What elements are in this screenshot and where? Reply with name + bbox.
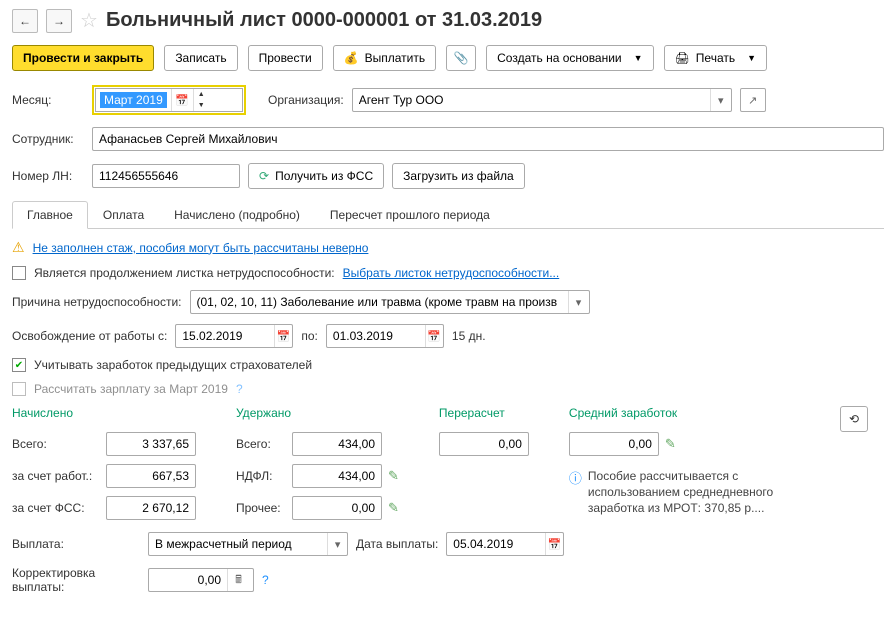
submit-close-button[interactable]: Провести и закрыть xyxy=(12,45,154,71)
to-label: по: xyxy=(301,329,318,343)
favorite-star-icon[interactable]: ☆ xyxy=(80,8,98,33)
total-label: Всего: xyxy=(12,437,100,451)
tab-accrued[interactable]: Начислено (подробно) xyxy=(159,201,315,229)
tab-payment[interactable]: Оплата xyxy=(88,201,159,229)
fss-input[interactable] xyxy=(107,497,195,519)
continuation-checkbox[interactable] xyxy=(12,266,26,280)
pay-button[interactable]: 💰 Выплатить xyxy=(333,45,436,71)
reason-input[interactable] xyxy=(191,291,568,313)
refresh-icon: ⟳ xyxy=(259,169,269,183)
help-icon[interactable]: ? xyxy=(236,382,243,396)
calendar-icon[interactable]: 📅 xyxy=(171,89,193,111)
chevron-down-icon: ▼ xyxy=(634,53,643,63)
nav-back-button[interactable]: ← xyxy=(12,9,38,33)
payout-date-label: Дата выплаты: xyxy=(356,537,438,551)
pencil-icon[interactable]: ✎ xyxy=(388,500,399,516)
save-button[interactable]: Записать xyxy=(164,45,237,71)
prev-insurers-label: Учитывать заработок предыдущих страховат… xyxy=(34,358,312,372)
release-label: Освобождение от работы с: xyxy=(12,329,167,343)
calc-icon[interactable]: 🖩 xyxy=(227,569,249,591)
correction-input[interactable] xyxy=(149,569,227,591)
accrued-total-input[interactable] xyxy=(107,433,195,455)
org-open-button[interactable]: ↗ xyxy=(741,89,765,111)
tab-recalc[interactable]: Пересчет прошлого периода xyxy=(315,201,505,229)
pencil-icon[interactable]: ✎ xyxy=(388,468,399,484)
chevron-down-icon: ▼ xyxy=(747,53,756,63)
calc-salary-label: Рассчитать зарплату за Март 2019 xyxy=(34,382,228,396)
calc-salary-checkbox xyxy=(12,382,26,396)
dropdown-button[interactable]: ▾ xyxy=(710,89,731,111)
spin-up-button[interactable]: ▲ xyxy=(193,89,209,100)
warning-link[interactable]: Не заполнен стаж, пособия могут быть рас… xyxy=(33,241,369,255)
org-label: Организация: xyxy=(268,93,344,107)
help-icon[interactable]: ? xyxy=(262,573,269,587)
attach-button[interactable]: 📎 xyxy=(446,45,476,71)
ln-number-label: Номер ЛН: xyxy=(12,169,84,183)
other-label: Прочее: xyxy=(236,501,286,515)
days-label: 15 дн. xyxy=(452,329,486,343)
recalc-input[interactable] xyxy=(440,433,528,455)
pencil-icon[interactable]: ✎ xyxy=(665,436,676,452)
print-button[interactable]: 🖨 Печать ▼ xyxy=(664,45,767,71)
employer-input[interactable] xyxy=(107,465,195,487)
nav-forward-button[interactable]: → xyxy=(46,9,72,33)
org-input[interactable] xyxy=(353,89,710,111)
recalc-header: Перерасчет xyxy=(439,406,529,420)
correction-label: Корректировка выплаты: xyxy=(12,566,140,594)
select-sheet-link[interactable]: Выбрать листок нетрудоспособности... xyxy=(343,266,560,280)
other-input[interactable] xyxy=(293,497,381,519)
calendar-icon[interactable]: 📅 xyxy=(274,325,292,347)
warning-icon: ⚠ xyxy=(12,239,25,256)
employer-label: за счет работ.: xyxy=(12,469,100,483)
month-input[interactable]: Март 2019 📅 ▲ ▼ xyxy=(95,88,243,112)
refresh-button[interactable]: ⟲ xyxy=(840,406,868,432)
dropdown-button[interactable]: ▾ xyxy=(568,291,589,313)
prev-insurers-checkbox[interactable]: ✔ xyxy=(12,358,26,372)
date-to-input[interactable] xyxy=(327,325,425,347)
dropdown-button[interactable]: ▾ xyxy=(327,533,347,555)
calendar-icon[interactable]: 📅 xyxy=(425,325,443,347)
paperclip-icon: 📎 xyxy=(454,51,469,65)
get-from-fss-button[interactable]: ⟳ Получить из ФСС xyxy=(248,163,384,189)
create-based-button[interactable]: Создать на основании ▼ xyxy=(486,45,653,71)
employee-label: Сотрудник: xyxy=(12,132,84,146)
ndfl-label: НДФЛ: xyxy=(236,469,286,483)
payout-label: Выплата: xyxy=(12,537,140,551)
date-from-input[interactable] xyxy=(176,325,274,347)
spin-down-button[interactable]: ▼ xyxy=(193,100,209,111)
ndfl-input[interactable] xyxy=(293,465,381,487)
printer-icon: 🖨 xyxy=(675,51,690,65)
accrued-header: Начислено xyxy=(12,406,196,420)
withheld-total-input[interactable] xyxy=(293,433,381,455)
withheld-header: Удержано xyxy=(236,406,399,420)
tab-main[interactable]: Главное xyxy=(12,201,88,229)
ln-number-input[interactable] xyxy=(93,165,239,187)
continuation-label: Является продолжением листка нетрудоспос… xyxy=(34,266,335,280)
info-icon: ⓘ xyxy=(569,468,582,487)
total-label: Всего: xyxy=(236,437,286,451)
reason-label: Причина нетрудоспособности: xyxy=(12,295,182,309)
calendar-icon[interactable]: 📅 xyxy=(545,533,563,555)
avg-earnings-header: Средний заработок xyxy=(569,406,798,420)
money-icon: 💰 xyxy=(344,51,359,65)
avg-earnings-input[interactable] xyxy=(570,433,658,455)
load-from-file-button[interactable]: Загрузить из файла xyxy=(392,163,525,189)
month-label: Месяц: xyxy=(12,93,84,107)
info-text: Пособие рассчитывается с использованием … xyxy=(588,468,798,517)
employee-input[interactable] xyxy=(93,128,883,150)
page-title: Больничный лист 0000-000001 от 31.03.201… xyxy=(106,9,542,32)
payout-date-input[interactable] xyxy=(447,533,545,555)
refresh-icon: ⟲ xyxy=(849,412,859,426)
fss-label: за счет ФСС: xyxy=(12,501,100,515)
payout-select[interactable] xyxy=(149,533,327,555)
post-button[interactable]: Провести xyxy=(248,45,323,71)
